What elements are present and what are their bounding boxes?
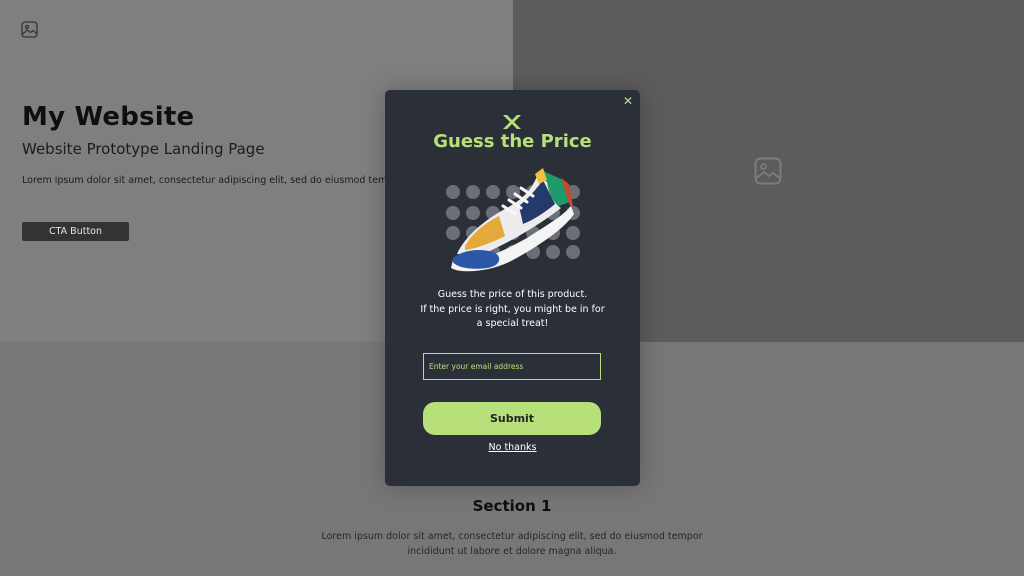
guess-the-price-popup: ✕ Guess the Price Guess the price of thi… (385, 90, 640, 486)
popup-description: Guess the price of this product. If the … (405, 288, 620, 332)
popup-title: Guess the Price (433, 131, 592, 152)
description-line: Guess the price of this product. (437, 289, 588, 300)
description-line: a special treat! (476, 318, 549, 329)
image-placeholder-icon (754, 157, 782, 185)
sneaker-product-image (443, 162, 583, 281)
no-thanks-link[interactable]: No thanks (385, 442, 640, 453)
site-title: My Website (22, 102, 195, 132)
hero-body-text: Lorem ipsum dolor sit amet, consectetur … (22, 175, 402, 186)
section-title: Section 1 (472, 497, 552, 515)
section-body-text: Lorem ipsum dolor sit amet, consectetur … (321, 531, 703, 557)
cta-button[interactable]: CTA Button (22, 222, 129, 241)
email-input[interactable] (423, 353, 601, 380)
close-icon[interactable]: ✕ (621, 94, 635, 108)
description-line: If the price is right, you might be in f… (420, 303, 605, 315)
submit-button[interactable]: Submit (423, 402, 601, 435)
image-placeholder-icon (21, 21, 38, 38)
site-subtitle: Website Prototype Landing Page (22, 140, 265, 158)
